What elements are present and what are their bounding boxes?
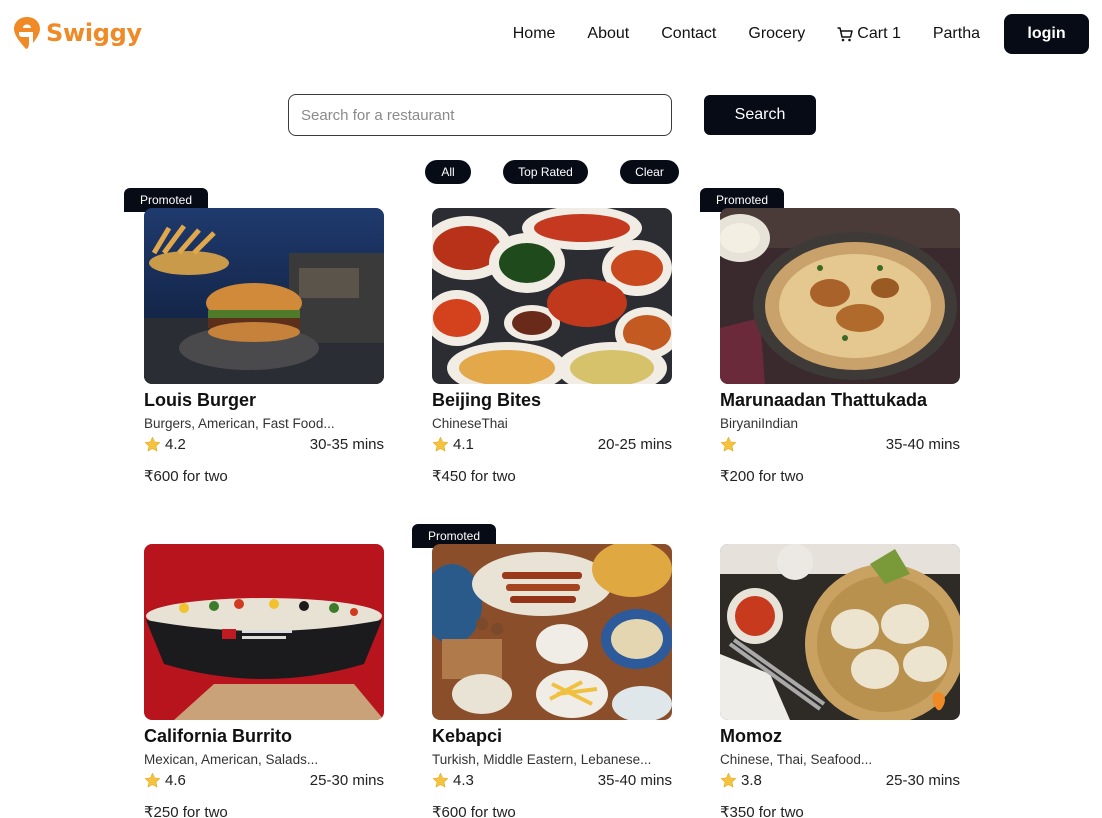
restaurant-image	[144, 208, 384, 384]
restaurant-name: Marunaadan Thattukada	[720, 390, 928, 410]
restaurant-rating: 4.3	[453, 772, 474, 789]
restaurant-cuisine: Turkish, Middle Eastern, Lebanese...	[432, 752, 652, 767]
star-icon	[432, 772, 449, 789]
nav-home[interactable]: Home	[513, 25, 556, 43]
price-for-two: ₹350 for two	[720, 804, 804, 818]
restaurant-rating: 4.1	[453, 436, 474, 453]
filter-all-button[interactable]: All	[425, 160, 471, 184]
nav-grocery[interactable]: Grocery	[748, 25, 805, 43]
restaurant-rating: 3.8	[741, 772, 762, 789]
restaurant-name: Kebapci	[432, 726, 503, 746]
delivery-time: 35-40 mins	[597, 772, 672, 789]
star-icon	[144, 436, 161, 453]
restaurant-card[interactable]: Louis Burger Burgers, American, Fast Foo…	[144, 208, 384, 485]
star-icon	[720, 772, 737, 789]
nav-about[interactable]: About	[587, 25, 629, 43]
restaurant-name: Momoz	[720, 726, 782, 746]
cart-icon	[837, 26, 854, 41]
brand-name: Swiggy	[46, 19, 142, 47]
restaurant-image	[720, 208, 960, 384]
restaurant-cuisine: Burgers, American, Fast Food...	[144, 416, 335, 431]
restaurant-image	[432, 208, 672, 384]
restaurant-card[interactable]: California Burrito Mexican, American, Sa…	[144, 544, 384, 818]
filter-clear-button[interactable]: Clear	[620, 160, 679, 184]
star-icon	[144, 772, 161, 789]
price-for-two: ₹250 for two	[144, 804, 228, 818]
price-for-two: ₹200 for two	[720, 468, 804, 485]
nav-cart[interactable]: Cart 1	[837, 25, 901, 43]
restaurant-rating: 4.6	[165, 772, 186, 789]
cart-label: Cart 1	[857, 25, 901, 42]
restaurant-image	[720, 544, 960, 720]
restaurant-card[interactable]: Marunaadan Thattukada BiryaniIndian 35-4…	[720, 208, 960, 485]
restaurant-card[interactable]: Momoz Chinese, Thai, Seafood... 3.8 25-3…	[720, 544, 960, 818]
star-icon	[720, 436, 737, 453]
delivery-time: 35-40 mins	[885, 436, 960, 453]
restaurant-rating: 4.2	[165, 436, 186, 453]
delivery-time: 20-25 mins	[597, 436, 672, 453]
restaurant-cuisine: ChineseThai	[432, 416, 508, 431]
restaurant-card[interactable]: Beijing Bites ChineseThai 4.1 20-25 mins…	[432, 208, 672, 485]
delivery-time: 30-35 mins	[309, 436, 384, 453]
restaurant-image	[144, 544, 384, 720]
delivery-time: 25-30 mins	[885, 772, 960, 789]
price-for-two: ₹600 for two	[432, 804, 516, 818]
brand-logo[interactable]: Swiggy	[14, 17, 142, 49]
restaurant-cuisine: Chinese, Thai, Seafood...	[720, 752, 873, 767]
restaurant-cuisine: Mexican, American, Salads...	[144, 752, 319, 767]
nav-contact[interactable]: Contact	[661, 25, 716, 43]
restaurant-card[interactable]: Kebapci Turkish, Middle Eastern, Lebanes…	[432, 544, 672, 818]
restaurant-image	[432, 544, 672, 720]
restaurant-name: Beijing Bites	[432, 390, 542, 410]
nav-user-name[interactable]: Partha	[933, 25, 980, 43]
login-button[interactable]: login	[1004, 14, 1089, 54]
search-button[interactable]: Search	[704, 95, 816, 135]
main-nav: Home About Contact Grocery Cart 1 Partha…	[513, 14, 1089, 54]
swiggy-logo-icon	[14, 17, 40, 49]
restaurant-cuisine: BiryaniIndian	[720, 416, 799, 431]
price-for-two: ₹450 for two	[432, 468, 516, 485]
filter-top-rated-button[interactable]: Top Rated	[503, 160, 588, 184]
search-input[interactable]	[288, 94, 672, 136]
star-icon	[432, 436, 449, 453]
price-for-two: ₹600 for two	[144, 468, 228, 485]
delivery-time: 25-30 mins	[309, 772, 384, 789]
header: Swiggy Home About Contact Grocery Cart 1…	[0, 0, 1102, 70]
restaurant-name: Louis Burger	[144, 390, 257, 410]
restaurant-name: California Burrito	[144, 726, 293, 746]
